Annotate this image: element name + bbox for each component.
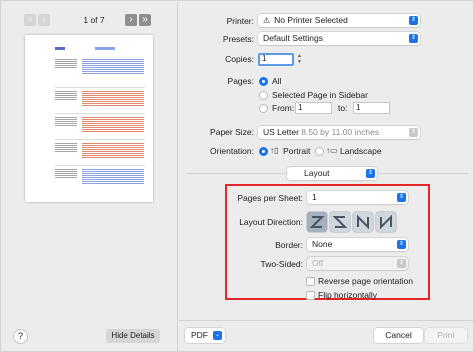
layout-direction-label: Layout Direction: xyxy=(239,217,303,227)
thumbnail-block xyxy=(55,143,145,163)
chevron-double-right-icon: » xyxy=(142,14,148,25)
pages-to-field[interactable]: 1 xyxy=(353,102,390,114)
pages-selected-label: Selected Page in Sidebar xyxy=(272,90,368,100)
direction-reverse-z-icon xyxy=(332,216,348,228)
chevron-updown-icon: ⇕ xyxy=(397,193,406,202)
thumbnail-divider xyxy=(55,87,145,88)
thumbnail-divider xyxy=(55,165,145,166)
direction-n-button[interactable] xyxy=(353,212,373,232)
pages-per-sheet-label: Pages per Sheet: xyxy=(237,193,303,203)
chevron-updown-icon: ⇕ xyxy=(409,16,418,25)
landscape-label: Landscape xyxy=(340,146,382,156)
presets-select[interactable]: Default Settings ⇕ xyxy=(258,32,420,45)
warning-icon: ⚠ xyxy=(263,16,271,25)
landscape-radio[interactable] xyxy=(315,147,324,156)
chevron-updown-icon: ⇕ xyxy=(397,240,406,249)
last-page-button[interactable]: » xyxy=(139,14,151,26)
chevron-right-icon: › xyxy=(129,14,133,25)
page-thumbnail[interactable] xyxy=(25,35,153,202)
section-value: Layout xyxy=(304,168,330,178)
copies-label: Copies: xyxy=(225,54,254,64)
landscape-icon: ↑▭ xyxy=(326,146,338,155)
preview-pane: « ‹ 1 of 7 › » ? Hide Details xyxy=(2,2,178,351)
pages-label: Pages: xyxy=(227,76,254,86)
printer-label: Printer: xyxy=(226,16,254,26)
two-sided-label: Two-Sided: xyxy=(260,259,303,269)
direction-z-button[interactable] xyxy=(307,212,327,232)
page-count: 1 of 7 xyxy=(83,15,105,25)
print-button[interactable]: Print xyxy=(425,328,467,343)
thumbnail-brand xyxy=(95,47,115,50)
chevron-left-icon: ‹ xyxy=(42,14,46,25)
presets-value: Default Settings xyxy=(263,33,324,43)
pages-from-label: From: xyxy=(272,103,295,113)
pages-selected-radio[interactable] xyxy=(259,91,268,100)
direction-reverse-z-button[interactable] xyxy=(330,212,350,232)
portrait-radio[interactable] xyxy=(259,147,268,156)
printer-value: No Printer Selected xyxy=(274,15,348,25)
reverse-orientation-label: Reverse page orientation xyxy=(318,276,413,286)
thumbnail-divider xyxy=(55,113,145,114)
two-sided-value: Off xyxy=(312,258,324,268)
settings-pane: Printer: ⚠ No Printer Selected ⇕ Presets:… xyxy=(179,2,473,351)
help-button[interactable]: ? xyxy=(13,329,28,344)
presets-label: Presets: xyxy=(222,34,254,44)
pages-range-radio[interactable] xyxy=(259,104,268,113)
pages-to-label: to: xyxy=(338,103,348,113)
thumbnail-divider xyxy=(55,139,145,140)
pdf-label: PDF xyxy=(191,330,208,340)
printer-select[interactable]: ⚠ No Printer Selected ⇕ xyxy=(258,14,420,27)
paper-size-detail: 8.50 by 11.00 inches xyxy=(301,127,380,137)
pages-all-radio[interactable] xyxy=(259,77,268,86)
chevron-updown-icon: ⇕ xyxy=(397,259,406,268)
chevron-updown-icon: ⇕ xyxy=(409,128,418,137)
hide-details-button[interactable]: Hide Details xyxy=(106,329,160,343)
direction-reverse-n-button[interactable] xyxy=(376,212,396,232)
section-select[interactable]: Layout ⇕ xyxy=(287,167,377,180)
chevron-updown-icon: ⇕ xyxy=(409,34,418,43)
direction-reverse-n-icon xyxy=(380,214,392,230)
first-page-button[interactable]: « xyxy=(24,14,36,26)
chevron-updown-icon: ⇕ xyxy=(366,169,375,178)
border-value: None xyxy=(312,239,333,249)
pdf-menu-button[interactable]: PDF ⌄ xyxy=(185,328,225,343)
previous-page-button[interactable]: ‹ xyxy=(38,14,50,26)
copies-stepper[interactable]: ▲ ▼ xyxy=(296,53,303,66)
two-sided-select[interactable]: Off ⇕ xyxy=(307,257,408,270)
copies-field[interactable]: 1 xyxy=(258,53,294,66)
footer-divider xyxy=(179,320,473,321)
thumbnail-block xyxy=(55,91,145,111)
paper-size-value: US Letter xyxy=(263,127,299,137)
reverse-orientation-checkbox[interactable] xyxy=(306,277,315,286)
orientation-label: Orientation: xyxy=(210,146,254,156)
print-dialog: « ‹ 1 of 7 › » ? Hide Details Printer: ⚠… xyxy=(0,0,474,352)
pages-from-field[interactable]: 1 xyxy=(295,102,332,114)
direction-n-icon xyxy=(357,214,369,230)
thumbnail-block xyxy=(55,59,145,79)
portrait-label: Portrait xyxy=(283,146,311,156)
pages-all-label: All xyxy=(272,76,282,86)
chevron-double-left-icon: « xyxy=(27,14,33,25)
chevron-down-icon: ⌄ xyxy=(213,331,222,340)
flip-horizontally-label: Flip horizontally xyxy=(318,290,378,300)
paper-size-select[interactable]: US Letter 8.50 by 11.00 inches ⇕ xyxy=(258,126,420,139)
border-select[interactable]: None ⇕ xyxy=(307,238,408,251)
pages-per-sheet-select[interactable]: 1 ⇕ xyxy=(307,191,408,204)
paper-size-label: Paper Size: xyxy=(210,127,254,137)
thumbnail-block xyxy=(55,117,145,137)
next-page-button[interactable]: › xyxy=(125,14,137,26)
flip-horizontally-checkbox[interactable] xyxy=(306,291,315,300)
thumbnail-logo xyxy=(55,47,65,50)
direction-z-icon xyxy=(309,216,325,228)
thumbnail-block xyxy=(55,169,145,189)
portrait-icon: ↑▯ xyxy=(270,146,279,155)
cancel-button[interactable]: Cancel xyxy=(374,328,423,343)
pages-per-sheet-value: 1 xyxy=(312,192,317,202)
border-label: Border: xyxy=(275,240,303,250)
